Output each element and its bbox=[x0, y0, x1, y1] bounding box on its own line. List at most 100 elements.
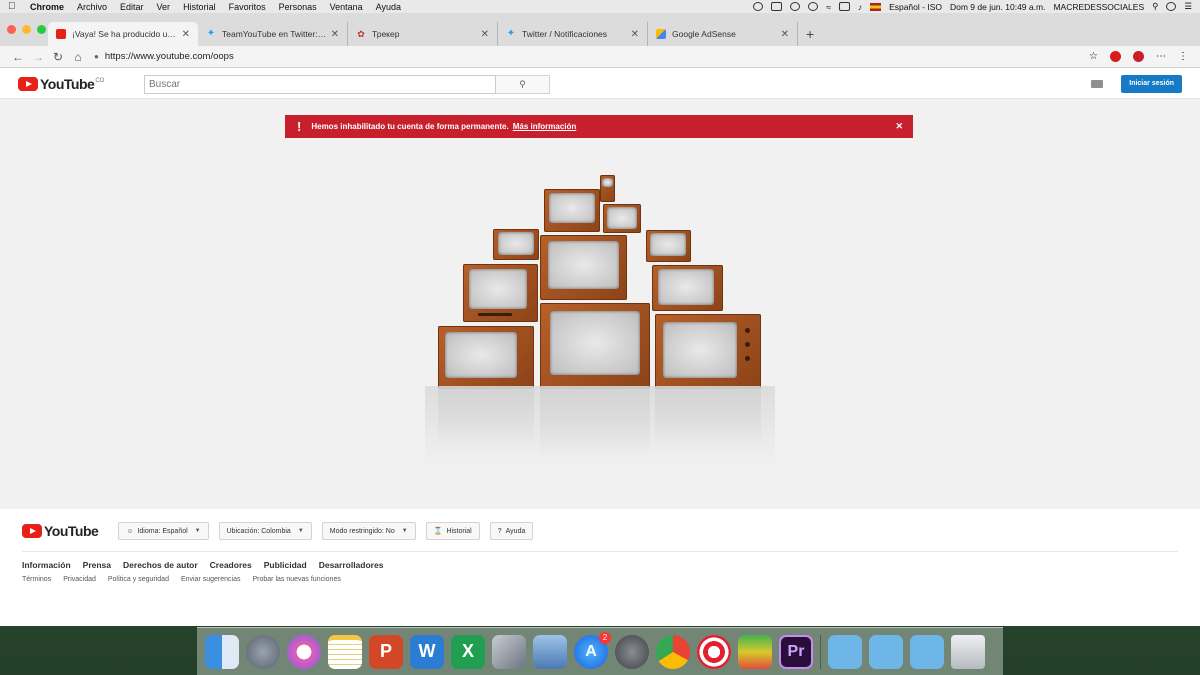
tab-google-adsense[interactable]: Google AdSense ✕ bbox=[648, 22, 798, 46]
logo-wordmark: YouTube bbox=[44, 523, 99, 539]
footer-youtube-logo[interactable]: YouTube bbox=[22, 523, 99, 539]
tab-tracker[interactable]: ✿ Трекер ✕ bbox=[348, 22, 498, 46]
more-info-link[interactable]: Más información bbox=[513, 122, 577, 131]
itunes-icon[interactable] bbox=[287, 634, 321, 669]
signin-button[interactable]: Iniciar sesión bbox=[1121, 74, 1182, 93]
spotlight-icon[interactable]: ⚲ bbox=[1152, 1, 1158, 12]
tab-twitter-notifications[interactable]: ✦ Twitter / Notificaciones ✕ bbox=[498, 22, 648, 46]
target-icon[interactable] bbox=[697, 634, 731, 669]
system-preferences-icon[interactable] bbox=[615, 634, 649, 669]
menu-item-personas[interactable]: Personas bbox=[279, 2, 317, 12]
help-button[interactable]: ? Ayuda bbox=[489, 522, 534, 540]
status-icon[interactable] bbox=[753, 2, 764, 11]
downloads-folder-icon[interactable] bbox=[910, 634, 944, 669]
footer-link[interactable]: Desarrolladores bbox=[319, 560, 384, 570]
search-button[interactable]: ⚲ bbox=[496, 75, 550, 94]
lock-icon: ● bbox=[94, 52, 99, 61]
footer-link[interactable]: Probar las nuevas funciones bbox=[253, 576, 341, 583]
time-machine-icon[interactable] bbox=[790, 2, 801, 11]
forward-icon[interactable]: → bbox=[28, 50, 48, 64]
excel-icon[interactable]: X bbox=[451, 634, 485, 669]
word-icon[interactable]: W bbox=[410, 634, 444, 669]
notification-center-icon[interactable]: ☰ bbox=[1184, 1, 1192, 12]
apple-icon[interactable]:  bbox=[8, 1, 18, 12]
back-icon[interactable]: ← bbox=[8, 50, 28, 64]
minimize-window-button[interactable] bbox=[22, 25, 31, 34]
menu-clock[interactable]: Dom 9 de jun. 10:49 a.m. bbox=[950, 2, 1045, 12]
close-tab-icon[interactable]: ✕ bbox=[182, 29, 190, 40]
help-icon: ? bbox=[497, 527, 502, 535]
menu-item-historial[interactable]: Historial bbox=[183, 2, 216, 12]
footer-link[interactable]: Prensa bbox=[83, 560, 111, 570]
footer-link[interactable]: Privacidad bbox=[63, 576, 96, 583]
fullscreen-window-button[interactable] bbox=[37, 25, 46, 34]
wifi-icon[interactable]: ≈ bbox=[826, 2, 831, 12]
bluetooth-icon[interactable] bbox=[808, 2, 819, 11]
menu-user[interactable]: MACREDESSOCIALES bbox=[1053, 2, 1144, 12]
footer-link[interactable]: Derechos de autor bbox=[123, 560, 198, 570]
dock-divider bbox=[820, 634, 821, 669]
menu-icon[interactable]: ⋮ bbox=[1178, 51, 1188, 62]
masthead-actions: Iniciar sesión bbox=[1091, 74, 1182, 93]
menu-item-archivo[interactable]: Archivo bbox=[77, 2, 107, 12]
close-tab-icon[interactable]: ✕ bbox=[331, 29, 339, 40]
youtube-logo[interactable]: YouTube CO bbox=[18, 76, 104, 92]
chrome-icon[interactable] bbox=[656, 634, 690, 669]
footer-link[interactable]: Términos bbox=[22, 576, 51, 583]
menu-item-ver[interactable]: Ver bbox=[157, 2, 171, 12]
language-button[interactable]: ☺ Idioma: Español ▼ bbox=[118, 522, 209, 540]
history-button[interactable]: ⌛ Historial bbox=[425, 522, 480, 540]
app-store-icon[interactable]: A2 bbox=[574, 631, 611, 669]
pinterest-icon[interactable] bbox=[1133, 51, 1144, 62]
window-controls bbox=[7, 25, 46, 34]
upload-video-icon[interactable] bbox=[1091, 79, 1104, 88]
applications-folder-icon[interactable] bbox=[828, 634, 862, 669]
close-tab-icon[interactable]: ✕ bbox=[631, 29, 639, 40]
restricted-mode-button[interactable]: Modo restringido: No ▼ bbox=[321, 522, 416, 540]
close-window-button[interactable] bbox=[7, 25, 16, 34]
premiere-icon[interactable]: Pr bbox=[779, 634, 813, 669]
menu-item-editar[interactable]: Editar bbox=[120, 2, 144, 12]
siri-icon[interactable] bbox=[1166, 2, 1177, 11]
airplay-icon[interactable] bbox=[838, 2, 850, 11]
search-input[interactable] bbox=[144, 75, 496, 94]
twitter-icon: ✦ bbox=[506, 28, 516, 39]
browser-window: ¡Vaya! Se ha producido un error ✕ ✦ Team… bbox=[0, 13, 1200, 626]
location-button[interactable]: Ubicación: Colombia ▼ bbox=[218, 522, 312, 540]
footer-link[interactable]: Información bbox=[22, 560, 71, 570]
trash-icon[interactable] bbox=[951, 634, 985, 669]
menu-item-chrome[interactable]: Chrome bbox=[30, 2, 64, 12]
footer-link[interactable]: Publicidad bbox=[264, 560, 307, 570]
menu-item-ayuda[interactable]: Ayuda bbox=[376, 2, 401, 12]
documents-folder-icon[interactable] bbox=[869, 634, 903, 669]
tab-teamyoutube-twitter[interactable]: ✦ TeamYouTube en Twitter: "Any ✕ bbox=[198, 22, 348, 46]
dismiss-alert-icon[interactable]: ✕ bbox=[895, 121, 903, 132]
menu-item-ventana[interactable]: Ventana bbox=[330, 2, 363, 12]
footer-link[interactable]: Creadores bbox=[210, 560, 252, 570]
footer-secondary-links: Términos Privacidad Política y seguridad… bbox=[22, 576, 1178, 583]
tab-youtube-error[interactable]: ¡Vaya! Se ha producido un error ✕ bbox=[48, 22, 198, 46]
new-tab-button[interactable]: + bbox=[806, 22, 814, 46]
opera-extension-icon[interactable] bbox=[1110, 51, 1121, 62]
footer-link[interactable]: Política y seguridad bbox=[108, 576, 169, 583]
keyboard-layout[interactable]: Español - ISO bbox=[889, 2, 942, 12]
notes-icon[interactable] bbox=[328, 634, 362, 669]
preview-icon[interactable] bbox=[533, 634, 567, 669]
address-bar[interactable]: ● https://www.youtube.com/oops bbox=[94, 48, 1089, 66]
powerpoint-icon[interactable]: P bbox=[369, 634, 403, 669]
extension-icon[interactable]: ⋯ bbox=[1156, 51, 1166, 62]
display-icon[interactable] bbox=[771, 2, 783, 11]
bluestacks-icon[interactable] bbox=[738, 634, 772, 669]
finder-icon[interactable] bbox=[205, 634, 239, 669]
directory-utility-icon[interactable] bbox=[492, 634, 526, 669]
menu-item-favoritos[interactable]: Favoritos bbox=[229, 2, 266, 12]
close-tab-icon[interactable]: ✕ bbox=[781, 29, 789, 40]
reload-icon[interactable]: ↻ bbox=[48, 50, 68, 64]
tab-title: Google AdSense bbox=[672, 29, 736, 39]
footer-link[interactable]: Enviar sugerencias bbox=[181, 576, 241, 583]
bookmark-star-icon[interactable]: ☆ bbox=[1089, 51, 1098, 62]
launchpad-icon[interactable] bbox=[246, 634, 280, 669]
volume-icon[interactable]: ♪ bbox=[858, 2, 862, 12]
close-tab-icon[interactable]: ✕ bbox=[481, 29, 489, 40]
home-icon[interactable]: ⌂ bbox=[68, 50, 88, 64]
